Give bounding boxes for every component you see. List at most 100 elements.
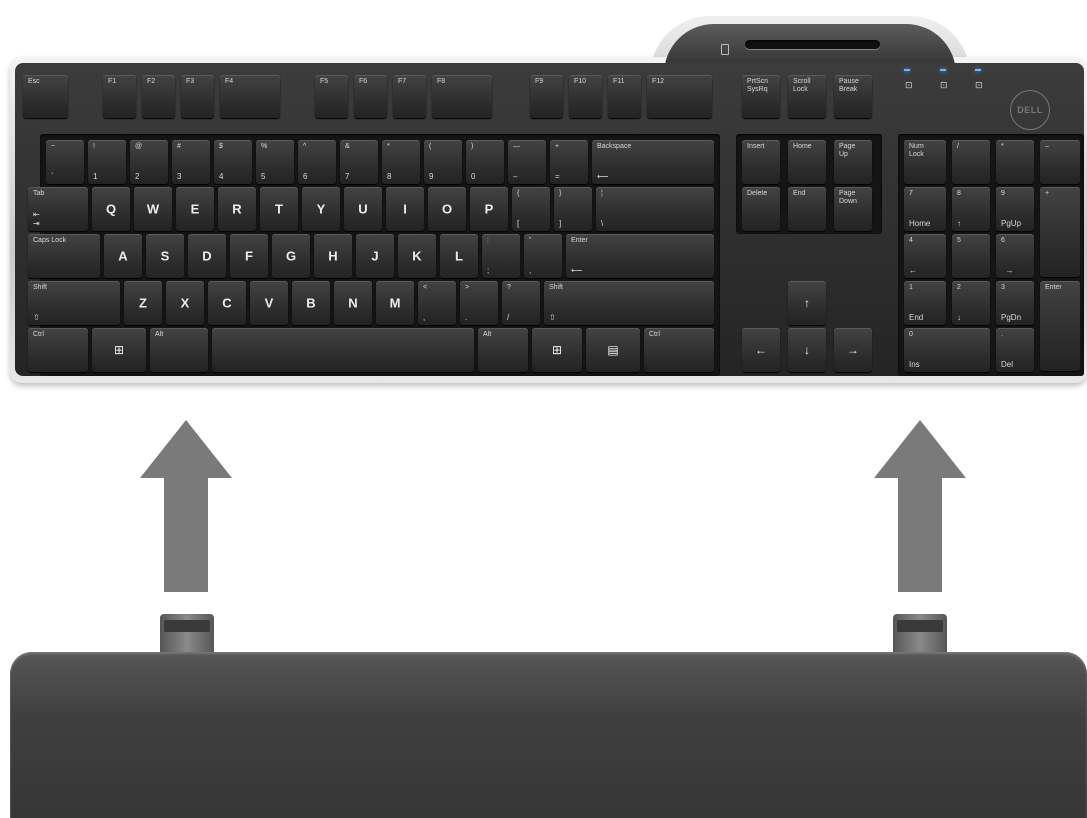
key-f9[interactable]: F9 bbox=[530, 75, 563, 118]
key-k8[interactable]: * 8 bbox=[382, 140, 420, 184]
key-np2[interactable]: 2 ↓ bbox=[952, 281, 990, 325]
key-f5[interactable]: F5 bbox=[315, 75, 348, 118]
key-u[interactable]: U bbox=[344, 187, 382, 231]
key-end[interactable]: End bbox=[788, 187, 826, 231]
key-npmul[interactable]: * bbox=[996, 140, 1034, 184]
key-s[interactable]: S bbox=[146, 234, 184, 278]
key-r[interactable]: R bbox=[218, 187, 256, 231]
key-p[interactable]: P bbox=[470, 187, 508, 231]
key-delete[interactable]: Delete bbox=[742, 187, 780, 231]
key-npdel[interactable]: . Del bbox=[996, 328, 1034, 372]
key-space[interactable] bbox=[212, 328, 474, 372]
key-n[interactable]: N bbox=[334, 281, 372, 325]
key-period[interactable]: >. bbox=[460, 281, 498, 325]
key-w[interactable]: W bbox=[134, 187, 172, 231]
key-f[interactable]: F bbox=[230, 234, 268, 278]
key-f1[interactable]: F1 bbox=[103, 75, 136, 118]
key-j[interactable]: J bbox=[356, 234, 394, 278]
key-rshift[interactable]: Shift ⇧ bbox=[544, 281, 714, 325]
key-npplus[interactable]: + bbox=[1040, 187, 1080, 277]
key-lalt[interactable]: Alt bbox=[150, 328, 208, 372]
key-h[interactable]: H bbox=[314, 234, 352, 278]
key-y[interactable]: Y bbox=[302, 187, 340, 231]
key-prtscn[interactable]: PrtScn SysRq bbox=[742, 75, 780, 118]
key-backspace[interactable]: Backspace ⟵ bbox=[592, 140, 714, 184]
key-pipe[interactable]: ¦ \ bbox=[596, 187, 714, 231]
key-f2[interactable]: F2 bbox=[142, 75, 175, 118]
key-minus[interactable]: — – bbox=[508, 140, 546, 184]
key-up[interactable]: ↑ bbox=[788, 281, 826, 325]
key-tab[interactable]: Tab ⇤ ⇥ bbox=[28, 187, 88, 231]
key-f8[interactable]: F8 bbox=[432, 75, 492, 118]
key-d[interactable]: D bbox=[188, 234, 226, 278]
key-k3[interactable]: #3 bbox=[172, 140, 210, 184]
key-lctrl[interactable]: Ctrl bbox=[28, 328, 88, 372]
key-pause[interactable]: Pause Break bbox=[834, 75, 872, 118]
key-np6[interactable]: 6 → bbox=[996, 234, 1034, 278]
key-np5[interactable]: 5 bbox=[952, 234, 990, 278]
key-tk[interactable]: T bbox=[260, 187, 298, 231]
key-k5[interactable]: % 5 bbox=[256, 140, 294, 184]
key-npdiv[interactable]: / bbox=[952, 140, 990, 184]
key-e[interactable]: E bbox=[176, 187, 214, 231]
key-kk[interactable]: K bbox=[398, 234, 436, 278]
key-i[interactable]: I bbox=[386, 187, 424, 231]
key-tilde[interactable]: ~ ` bbox=[46, 140, 84, 184]
key-z[interactable]: Z bbox=[124, 281, 162, 325]
key-right[interactable]: → bbox=[834, 328, 872, 372]
key-np8[interactable]: 8 ↑ bbox=[952, 187, 990, 231]
key-lbrace[interactable]: {[ bbox=[512, 187, 550, 231]
key-bk[interactable]: B bbox=[292, 281, 330, 325]
key-colon[interactable]: :; bbox=[482, 234, 520, 278]
key-x[interactable]: X bbox=[166, 281, 204, 325]
key-npminus[interactable]: – bbox=[1040, 140, 1080, 184]
key-g[interactable]: G bbox=[272, 234, 310, 278]
key-home[interactable]: Home bbox=[788, 140, 826, 184]
key-f10[interactable]: F10 bbox=[569, 75, 602, 118]
key-left[interactable]: ← bbox=[742, 328, 780, 372]
key-f11[interactable]: F11 bbox=[608, 75, 641, 118]
key-quote[interactable]: ", bbox=[524, 234, 562, 278]
key-esc[interactable]: Esc bbox=[23, 75, 68, 118]
key-k1[interactable]: ! 1 bbox=[88, 140, 126, 184]
key-caps[interactable]: Caps Lock bbox=[28, 234, 100, 278]
key-comma[interactable]: <, bbox=[418, 281, 456, 325]
key-lwin[interactable]: ⊞ bbox=[92, 328, 146, 372]
key-k9[interactable]: (9 bbox=[424, 140, 462, 184]
key-k2[interactable]: @2 bbox=[130, 140, 168, 184]
key-rbrace[interactable]: }] bbox=[554, 187, 592, 231]
key-np1[interactable]: 1 End bbox=[904, 281, 946, 325]
key-np4[interactable]: 4 ← bbox=[904, 234, 946, 278]
key-k7[interactable]: & 7 bbox=[340, 140, 378, 184]
key-plus[interactable]: + = bbox=[550, 140, 588, 184]
key-menu[interactable]: ▤ bbox=[586, 328, 640, 372]
key-pageup[interactable]: Page Up bbox=[834, 140, 872, 184]
key-np0[interactable]: 0 Ins bbox=[904, 328, 990, 372]
key-f12[interactable]: F12 bbox=[647, 75, 712, 118]
key-k0[interactable]: ) 0 bbox=[466, 140, 504, 184]
key-rctrl[interactable]: Ctrl bbox=[644, 328, 714, 372]
key-f4[interactable]: F4 bbox=[220, 75, 280, 118]
key-np7[interactable]: 7 Home bbox=[904, 187, 946, 231]
key-insert[interactable]: Insert bbox=[742, 140, 780, 184]
key-enter[interactable]: Enter ⟵ bbox=[566, 234, 714, 278]
key-pagedown[interactable]: Page Down bbox=[834, 187, 872, 231]
key-rwin[interactable]: ⊞ bbox=[532, 328, 582, 372]
key-o[interactable]: O bbox=[428, 187, 466, 231]
key-m[interactable]: M bbox=[376, 281, 414, 325]
key-npenter[interactable]: Enter bbox=[1040, 281, 1080, 371]
key-down[interactable]: ↓ bbox=[788, 328, 826, 372]
key-numlock[interactable]: Num Lock bbox=[904, 140, 946, 184]
key-f7[interactable]: F7 bbox=[393, 75, 426, 118]
key-f6[interactable]: F6 bbox=[354, 75, 387, 118]
key-f3[interactable]: F3 bbox=[181, 75, 214, 118]
palm-rest[interactable] bbox=[10, 652, 1087, 818]
key-np3[interactable]: 3 PgDn bbox=[996, 281, 1034, 325]
key-ralt[interactable]: Alt bbox=[478, 328, 528, 372]
key-k6[interactable]: ^ 6 bbox=[298, 140, 336, 184]
key-a[interactable]: A bbox=[104, 234, 142, 278]
key-slash[interactable]: ? / bbox=[502, 281, 540, 325]
key-l[interactable]: L bbox=[440, 234, 478, 278]
key-cc[interactable]: C bbox=[208, 281, 246, 325]
key-np9[interactable]: 9 PgUp bbox=[996, 187, 1034, 231]
